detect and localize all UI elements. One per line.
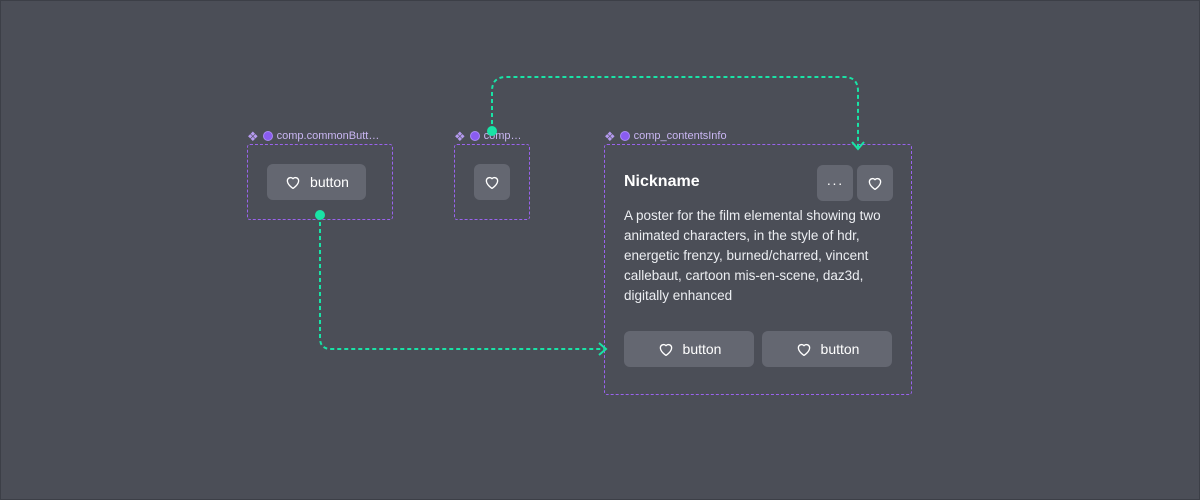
component-icon: ❖ <box>247 128 259 144</box>
heart-icon <box>797 343 810 357</box>
heart-icon <box>659 343 672 357</box>
component-label-common-button[interactable]: ❖ comp.commonButt… <box>247 128 397 144</box>
instance-dot-icon <box>262 131 273 141</box>
connector-button-to-card[interactable] <box>319 215 604 350</box>
heart-icon <box>485 176 499 190</box>
component-frame-icon-button[interactable] <box>454 144 530 220</box>
heart-icon <box>868 177 882 191</box>
card-description: A poster for the film elemental showing … <box>624 208 881 303</box>
card-title: Nickname <box>624 173 700 190</box>
button-label: button <box>682 341 722 357</box>
component-frame-contents-info[interactable]: Nickname ··· A poster for the film eleme… <box>604 144 912 395</box>
component-frame-common-button[interactable]: button <box>247 144 393 220</box>
component-icon: ❖ <box>604 128 616 144</box>
component-name: comp_contentsInfo <box>633 130 727 142</box>
button-label: button <box>310 174 349 190</box>
component-name: comp.commonButt… <box>276 130 380 142</box>
heart-icon-button[interactable] <box>474 164 510 200</box>
card-button-1[interactable]: button <box>624 331 754 367</box>
component-name: comp… <box>483 130 522 142</box>
instance-dot-icon <box>619 131 630 141</box>
component-icon: ❖ <box>454 128 466 144</box>
like-button[interactable] <box>857 165 893 201</box>
common-button[interactable]: button <box>267 164 366 200</box>
canvas-frame <box>0 0 1200 500</box>
button-label: button <box>820 341 860 357</box>
card-button-2[interactable]: button <box>762 331 892 367</box>
component-label-icon-button[interactable]: ❖ comp… <box>454 128 530 144</box>
component-label-contents-info[interactable]: ❖ comp_contentsInfo <box>604 128 804 144</box>
heart-icon <box>286 176 300 190</box>
more-button[interactable]: ··· <box>817 165 853 201</box>
more-horizontal-icon: ··· <box>826 175 844 191</box>
design-canvas: ❖ comp.commonButt… button ❖ comp… ❖ comp… <box>0 0 1200 500</box>
prototype-connections <box>315 76 865 356</box>
instance-dot-icon <box>469 131 480 141</box>
